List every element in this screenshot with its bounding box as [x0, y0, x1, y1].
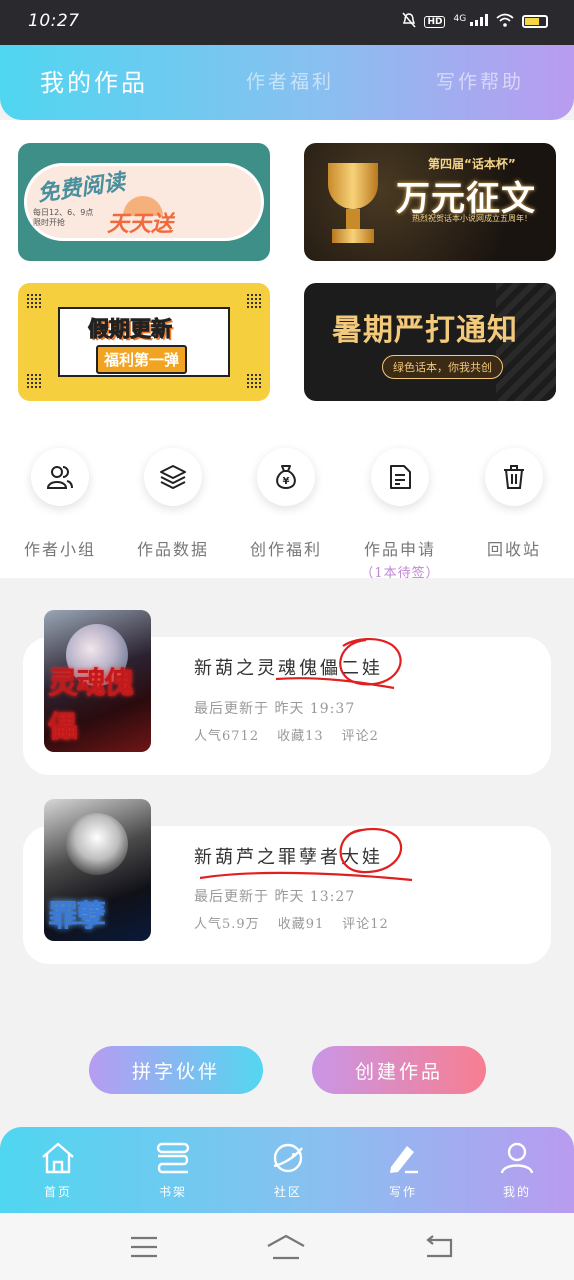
- banner-subtitle: 绿色话本，你我共创: [382, 355, 503, 379]
- nav-label: 社区: [273, 1185, 302, 1199]
- back-button[interactable]: [418, 1231, 458, 1263]
- book-popularity: 人气6712: [194, 729, 260, 744]
- action-creative-benefits[interactable]: ¥ 创作福利: [236, 448, 336, 560]
- nav-label: 首页: [43, 1185, 72, 1199]
- banner-title: 免费阅读: [36, 169, 127, 207]
- tab-writing-help[interactable]: 写作帮助: [436, 67, 524, 94]
- book-title[interactable]: 新葫之灵魂傀儡二娃: [194, 654, 383, 680]
- banner-holiday-update[interactable]: 假期更新 福利第一弹: [18, 283, 270, 401]
- status-time: 10:27: [28, 11, 80, 31]
- nav-label: 书架: [158, 1185, 187, 1199]
- banner-essay-contest[interactable]: 第四届“话本杯” 万元征文 热烈祝贺话本小说网成立五周年！: [304, 143, 556, 261]
- layers-icon: [144, 448, 202, 506]
- banner-title: 假期更新: [88, 317, 173, 342]
- status-bar: 10:27 HD 4G: [0, 0, 574, 45]
- svg-text:¥: ¥: [283, 476, 290, 487]
- banner-note: 热烈祝贺话本小说网成立五周年！: [412, 214, 532, 223]
- book-favorites: 收藏91: [277, 917, 325, 932]
- bookshelf-icon: [156, 1142, 190, 1174]
- book-stats: 人气5.9万 收藏91 评论12: [194, 913, 389, 932]
- tab-author-benefits[interactable]: 作者福利: [246, 67, 334, 94]
- nav-community[interactable]: 社区: [253, 1141, 323, 1200]
- book-stats: 人气6712 收藏13 评论2: [194, 725, 379, 744]
- network-type: 4G: [453, 14, 467, 24]
- book-last-update: 最后更新于 昨天 19:37: [194, 701, 356, 717]
- action-label: 作品申请: [363, 540, 436, 559]
- book-cover[interactable]: 灵魂傀儡: [44, 610, 151, 752]
- nav-bookshelf[interactable]: 书架: [138, 1141, 208, 1200]
- users-icon: [31, 448, 89, 506]
- cover-title-art: 罪孽: [48, 899, 106, 934]
- banner-subtitle: 第四届“话本杯”: [428, 157, 516, 171]
- trash-icon: [485, 448, 543, 506]
- pen-icon: [390, 1146, 418, 1174]
- banner-title: 暑期严打通知: [332, 313, 518, 348]
- banner-subtitle: 天天送: [107, 212, 174, 237]
- partner-button[interactable]: 拼字伙伴: [89, 1046, 263, 1094]
- money-bag-icon: ¥: [257, 448, 315, 506]
- book-comments: 评论2: [341, 729, 379, 744]
- action-author-group[interactable]: 作者小组: [10, 448, 110, 560]
- nav-home[interactable]: 首页: [23, 1141, 93, 1200]
- nav-label: 写作: [388, 1185, 417, 1199]
- action-work-data[interactable]: 作品数据: [123, 448, 223, 560]
- document-icon: [371, 448, 429, 506]
- battery-icon: [522, 15, 548, 28]
- banner-free-reading[interactable]: 免费阅读 每日12、6、9点 限时开抢 天天送: [18, 143, 270, 261]
- action-recycle-bin[interactable]: 回收站: [464, 448, 564, 560]
- header-bar: 我的作品 作者福利 写作帮助: [0, 45, 574, 120]
- bottom-nav: 首页 书架 社区 写作 我的: [0, 1127, 574, 1213]
- status-icons: HD 4G: [402, 12, 548, 31]
- book-popularity: 人气5.9万: [194, 917, 260, 932]
- create-work-button[interactable]: 创建作品: [312, 1046, 486, 1094]
- home-icon: [42, 1142, 74, 1174]
- hd-badge: HD: [424, 15, 446, 28]
- book-title[interactable]: 新葫芦之罪孽者大娃: [194, 843, 383, 869]
- book-favorites: 收藏13: [277, 729, 324, 744]
- banner-note: 每日12、6、9点 限时开抢: [33, 208, 94, 227]
- action-label: 作者小组: [23, 540, 96, 559]
- nav-profile[interactable]: 我的: [482, 1141, 552, 1200]
- trophy-icon: [318, 163, 388, 249]
- system-nav-bar: [0, 1213, 574, 1280]
- pending-count: （1本待签）: [360, 566, 440, 581]
- book-comments: 评论12: [342, 917, 389, 932]
- planet-icon: [273, 1143, 303, 1173]
- book-cover[interactable]: 罪孽: [44, 799, 151, 941]
- action-label: 回收站: [486, 540, 541, 559]
- banner-subtitle: 福利第一弹: [96, 345, 188, 374]
- system-home-icon: [267, 1234, 305, 1260]
- mute-icon: [402, 12, 417, 31]
- action-label: 创作福利: [249, 540, 322, 559]
- book-last-update: 最后更新于 昨天 13:27: [194, 889, 356, 905]
- cover-character: [66, 813, 128, 875]
- wifi-icon: [496, 13, 514, 30]
- system-home-button[interactable]: [266, 1231, 306, 1263]
- signal-icon: 4G: [453, 14, 488, 29]
- back-icon: [426, 1235, 453, 1258]
- cover-title-art: 灵魂傀儡: [48, 666, 134, 745]
- nav-write[interactable]: 写作: [368, 1141, 438, 1200]
- action-work-application[interactable]: 作品申请 （1本待签）: [350, 448, 450, 581]
- menu-icon: [131, 1236, 157, 1258]
- menu-button[interactable]: [124, 1231, 164, 1263]
- tab-my-works[interactable]: 我的作品: [40, 63, 148, 98]
- nav-label: 我的: [502, 1185, 531, 1199]
- banner-pill: 免费阅读 每日12、6、9点 限时开抢 天天送: [24, 163, 264, 241]
- banner-summer-notice[interactable]: 暑期严打通知 绿色话本，你我共创: [304, 283, 556, 401]
- action-label: 作品数据: [136, 540, 209, 559]
- content-panel: 免费阅读 每日12、6、9点 限时开抢 天天送 第四届“话本杯” 万元征文 热烈…: [0, 120, 574, 581]
- profile-icon: [500, 1142, 534, 1174]
